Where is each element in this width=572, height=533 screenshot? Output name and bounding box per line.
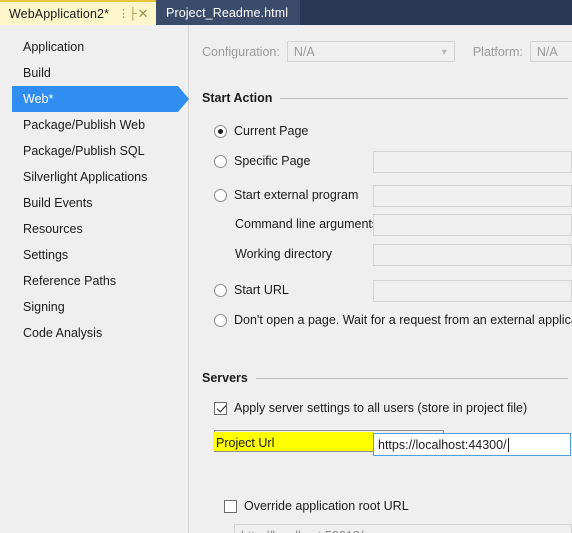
divider (280, 97, 568, 99)
working-directory-input (373, 244, 572, 266)
configuration-select: N/A ▾ (286, 41, 455, 62)
configuration-value: N/A (293, 44, 315, 59)
sidebar-item-application[interactable]: Application (0, 34, 188, 60)
text-caret (507, 437, 509, 452)
servers-group-header: Servers (202, 371, 568, 385)
radio-label: Start external program (234, 188, 359, 202)
radio-icon[interactable] (214, 154, 227, 168)
radio-current-page[interactable]: Current Page (214, 124, 308, 138)
override-root-url-checkbox[interactable]: Override application root URL (224, 499, 409, 513)
sidebar-item-label: Settings (23, 248, 69, 262)
platform-value: N/A (536, 44, 558, 59)
radio-icon[interactable] (214, 188, 227, 202)
radio-label: Don't open a page. Wait for a request fr… (234, 313, 572, 327)
sidebar-item-label: Package/Publish SQL (23, 144, 145, 158)
sidebar-item-package-publish-web[interactable]: Package/Publish Web (0, 112, 188, 138)
command-line-arguments-label: Command line arguments (235, 217, 379, 231)
sidebar-item-code-analysis[interactable]: Code Analysis (0, 320, 188, 346)
radio-start-url[interactable]: Start URL (214, 283, 289, 297)
sidebar-item-label: Build Events (23, 196, 93, 210)
specific-page-input (373, 151, 572, 173)
platform-label: Platform: (472, 44, 523, 59)
sidebar-item-signing[interactable]: Signing (0, 294, 188, 320)
divider (255, 377, 568, 379)
sidebar-item-label: Reference Paths (23, 274, 117, 288)
sidebar-item-settings[interactable]: Settings (0, 242, 188, 268)
sidebar-item-label: Web* (23, 92, 54, 106)
working-directory-label: Working directory (235, 247, 333, 261)
checkbox-icon[interactable] (224, 499, 237, 513)
tab-project-readme[interactable]: Project_Readme.html (156, 0, 301, 25)
radio-label: Specific Page (234, 154, 311, 168)
apply-server-settings-label: Apply server settings to all users (stor… (234, 401, 528, 415)
configuration-platform-row: Configuration: N/A ▾ Platform: N/A (202, 41, 572, 62)
checkbox-icon[interactable] (214, 401, 227, 415)
radio-label: Current Page (234, 124, 309, 138)
sidebar-item-label: Code Analysis (23, 326, 103, 340)
radio-dont-open-page[interactable]: Don't open a page. Wait for a request fr… (214, 313, 572, 327)
close-icon[interactable]: ✕ (137, 7, 149, 20)
radio-icon[interactable] (214, 124, 227, 138)
external-program-input (373, 185, 572, 207)
sidebar-item-label: Application (23, 40, 85, 54)
override-root-url-label: Override application root URL (244, 499, 409, 513)
radio-start-external-program[interactable]: Start external program (214, 188, 358, 202)
platform-select: N/A (529, 41, 572, 62)
sidebar-item-label: Package/Publish Web (23, 118, 146, 132)
sidebar-item-label: Signing (23, 300, 65, 314)
web-properties-panel: Configuration: N/A ▾ Platform: N/A Start… (190, 25, 572, 533)
project-url-value: https://localhost:44300/ (378, 437, 507, 452)
chevron-down-icon: ▾ (441, 47, 447, 58)
override-root-url-input: http://localhost:59212/ (234, 524, 572, 533)
radio-specific-page[interactable]: Specific Page (214, 154, 310, 168)
sidebar-item-label: Build (23, 66, 51, 80)
sidebar-item-label: Silverlight Applications (23, 170, 148, 184)
sidebar-item-label: Resources (23, 222, 83, 236)
radio-label: Start URL (234, 283, 289, 297)
start-url-input (373, 280, 572, 302)
tab-strip: WebApplication2* ⋮├ ✕ Project_Readme.htm… (0, 0, 572, 25)
sidebar-item-resources[interactable]: Resources (0, 216, 188, 242)
radio-icon[interactable] (214, 313, 227, 327)
tab-label: Project_Readme.html (166, 5, 289, 20)
override-root-url-value: http://localhost:59212/ (241, 529, 363, 533)
sidebar-item-silverlight-applications[interactable]: Silverlight Applications (0, 164, 188, 190)
sidebar-item-web[interactable]: Web* (12, 86, 189, 112)
sidebar-item-reference-paths[interactable]: Reference Paths (0, 268, 188, 294)
category-sidebar: Application Build Web* Package/Publish W… (0, 25, 189, 533)
tab-webapplication2[interactable]: WebApplication2* ⋮├ ✕ (0, 0, 157, 25)
sidebar-item-build[interactable]: Build (0, 60, 188, 86)
project-url-label: Project Url (216, 436, 275, 450)
pin-icon[interactable]: ⋮├ (118, 8, 137, 20)
command-line-arguments-input (373, 214, 572, 236)
apply-server-settings-checkbox[interactable]: Apply server settings to all users (stor… (214, 401, 527, 415)
start-action-group-label: Start Action (202, 91, 273, 105)
sidebar-item-build-events[interactable]: Build Events (0, 190, 188, 216)
configuration-label: Configuration: (202, 44, 280, 59)
tab-label: WebApplication2* (9, 6, 110, 21)
start-action-group-header: Start Action (202, 91, 568, 105)
radio-icon[interactable] (214, 283, 227, 297)
servers-group-label: Servers (202, 371, 248, 385)
sidebar-item-package-publish-sql[interactable]: Package/Publish SQL (0, 138, 188, 164)
project-url-input[interactable]: https://localhost:44300/ (373, 433, 571, 456)
